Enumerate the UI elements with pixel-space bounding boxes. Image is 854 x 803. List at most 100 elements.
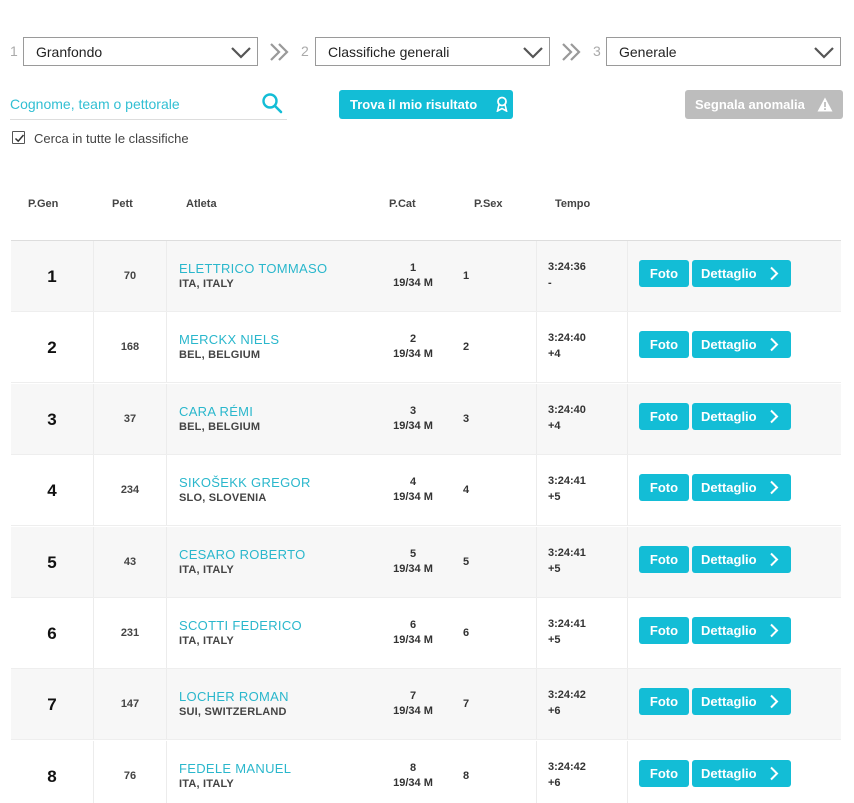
position: 6 [47, 624, 57, 643]
detail-button[interactable]: Dettaglio [692, 688, 791, 716]
detail-button[interactable]: Dettaglio [692, 759, 791, 787]
position: 3 [47, 409, 57, 429]
bib-number: 43 [123, 555, 137, 568]
chevron-right-icon [770, 338, 779, 352]
finish-time: 3:24:41 [548, 475, 586, 488]
athlete-name-link[interactable]: MERCKX NIELS [179, 332, 279, 347]
sex-position: 3 [463, 412, 470, 425]
sex-position: 6 [463, 627, 470, 639]
double-chevron-right-icon [270, 43, 289, 61]
bib-number: 76 [123, 769, 137, 782]
column-divider [93, 312, 94, 383]
column-divider [536, 669, 537, 740]
header-pett: Pett [112, 198, 133, 210]
find-my-result-label: Trova il mio risultato [350, 97, 478, 112]
column-divider [166, 740, 167, 803]
column-divider [627, 526, 628, 597]
photo-button[interactable]: Foto [639, 688, 689, 716]
chevron-right-icon [770, 695, 779, 709]
table-row: 2 168 MERCKX NIELS BEL, BELGIUM 2 19/34 … [11, 312, 841, 384]
finish-time: 3:24:41 [548, 618, 586, 630]
category-position: 7 [409, 690, 417, 703]
bib-number: 231 [120, 627, 140, 639]
category-ratio: 19/34 M [393, 277, 433, 289]
ranking-select-value: Generale [619, 44, 677, 60]
search-all-rankings-checkbox[interactable] [12, 131, 25, 144]
search-icon[interactable] [261, 92, 283, 114]
photo-button[interactable]: Foto [639, 260, 689, 287]
detail-button-label: Dettaglio [701, 480, 757, 496]
double-chevron-right-icon [562, 43, 581, 61]
detail-button-label: Dettaglio [701, 694, 757, 710]
sex-position: 8 [463, 769, 470, 782]
bib-number: 70 [123, 270, 137, 282]
bib-number: 37 [123, 412, 137, 425]
photo-button[interactable]: Foto [639, 402, 689, 430]
column-divider [93, 669, 94, 740]
race-select[interactable]: Granfondo [23, 37, 258, 66]
column-divider [166, 669, 167, 740]
column-divider [93, 598, 94, 668]
photo-button[interactable]: Foto [639, 545, 689, 573]
position: 8 [47, 766, 57, 786]
header-pgen: P.Gen [28, 198, 59, 210]
chevron-right-icon [770, 623, 779, 638]
column-divider [166, 383, 167, 454]
category-ratio: 19/34 M [393, 419, 433, 432]
column-divider [627, 740, 628, 803]
athlete-name-link[interactable]: ELETTRICO TOMMASO [179, 261, 327, 276]
chevron-right-icon [770, 409, 779, 424]
athlete-name-link[interactable]: SIKOŠEKK GREGOR [179, 475, 311, 490]
category-position: 3 [409, 404, 417, 417]
report-anomaly-button[interactable]: Segnala anomalia [685, 90, 843, 119]
time-gap: - [548, 277, 552, 289]
position: 5 [47, 552, 57, 572]
bib-number: 168 [120, 341, 140, 354]
table-row: 4 234 SIKOŠEKK GREGOR SLO, SLOVENIA 4 19… [11, 455, 841, 527]
photo-button[interactable]: Foto [639, 617, 689, 644]
time-gap: +5 [548, 634, 561, 646]
find-my-result-button[interactable]: Trova il mio risultato [339, 90, 513, 119]
column-divider [166, 241, 167, 311]
ranking-type-select[interactable]: Classifiche generali [315, 37, 550, 66]
athlete-name-link[interactable]: LOCHER ROMAN [179, 689, 289, 704]
chevron-right-icon [770, 266, 779, 281]
sex-position: 5 [463, 555, 470, 568]
search-placeholder: Cognome, team o pettorale [10, 96, 180, 112]
detail-button-label: Dettaglio [701, 266, 757, 281]
photo-button[interactable]: Foto [639, 759, 689, 787]
sex-position: 2 [463, 341, 470, 354]
finish-time: 3:24:40 [548, 332, 586, 345]
table-row: 8 76 FEDELE MANUEL ITA, ITALY 8 19/34 M … [11, 740, 841, 803]
detail-button-label: Dettaglio [701, 765, 757, 781]
detail-button-label: Dettaglio [701, 551, 757, 567]
athlete-name-link[interactable]: CESARO ROBERTO [179, 547, 306, 562]
award-ribbon-icon [496, 96, 508, 112]
finish-time: 3:24:42 [548, 689, 586, 702]
step-number-1: 1 [10, 43, 18, 59]
athlete-nationality: BEL, BELGIUM [179, 420, 261, 433]
detail-button[interactable]: Dettaglio [692, 545, 791, 573]
detail-button[interactable]: Dettaglio [692, 617, 791, 644]
column-divider [536, 383, 537, 454]
column-divider [536, 598, 537, 668]
race-select-value: Granfondo [36, 44, 103, 60]
search-input[interactable]: Cognome, team o pettorale [10, 88, 287, 120]
column-divider [93, 740, 94, 803]
athlete-name-link[interactable]: SCOTTI FEDERICO [179, 618, 302, 633]
photo-button[interactable]: Foto [639, 331, 689, 359]
category-position: 2 [409, 333, 417, 346]
athlete-name-link[interactable]: FEDELE MANUEL [179, 761, 291, 776]
ranking-select[interactable]: Generale [606, 37, 841, 66]
column-divider [627, 241, 628, 311]
detail-button[interactable]: Dettaglio [692, 260, 791, 287]
sex-position: 4 [463, 484, 470, 497]
detail-button[interactable]: Dettaglio [692, 474, 791, 502]
photo-button[interactable]: Foto [639, 474, 689, 502]
category-ratio: 19/34 M [393, 348, 433, 361]
detail-button[interactable]: Dettaglio [692, 331, 791, 359]
chevron-right-icon [770, 766, 779, 781]
warning-icon [817, 97, 833, 112]
athlete-name-link[interactable]: CARA RÉMI [179, 404, 253, 419]
detail-button[interactable]: Dettaglio [692, 402, 791, 430]
